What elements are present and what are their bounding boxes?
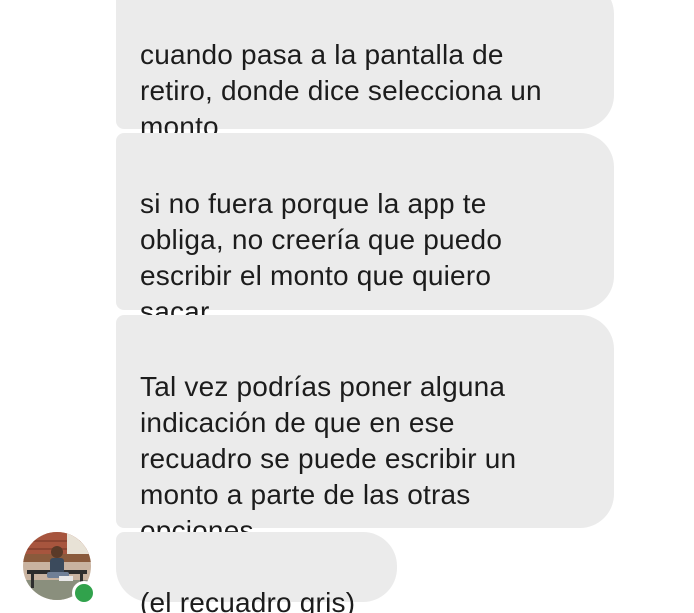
message-text: si no fuera porque la app te obliga, no … [140, 188, 503, 327]
message-bubble[interactable]: (el recuadro gris) [116, 532, 397, 613]
message-text: Tal vez podrías poner alguna indicación … [140, 371, 517, 546]
message-bubble[interactable]: si no fuera porque la app te obliga, no … [116, 133, 614, 327]
message-bubble[interactable]: Tal vez podrías poner alguna indicación … [116, 315, 614, 546]
message-text: (el recuadro gris) [140, 587, 356, 613]
message-text: cuando pasa a la pantalla de retiro, don… [140, 39, 542, 142]
online-status-dot [72, 581, 96, 605]
message-bubble[interactable]: cuando pasa a la pantalla de retiro, don… [116, 0, 614, 142]
